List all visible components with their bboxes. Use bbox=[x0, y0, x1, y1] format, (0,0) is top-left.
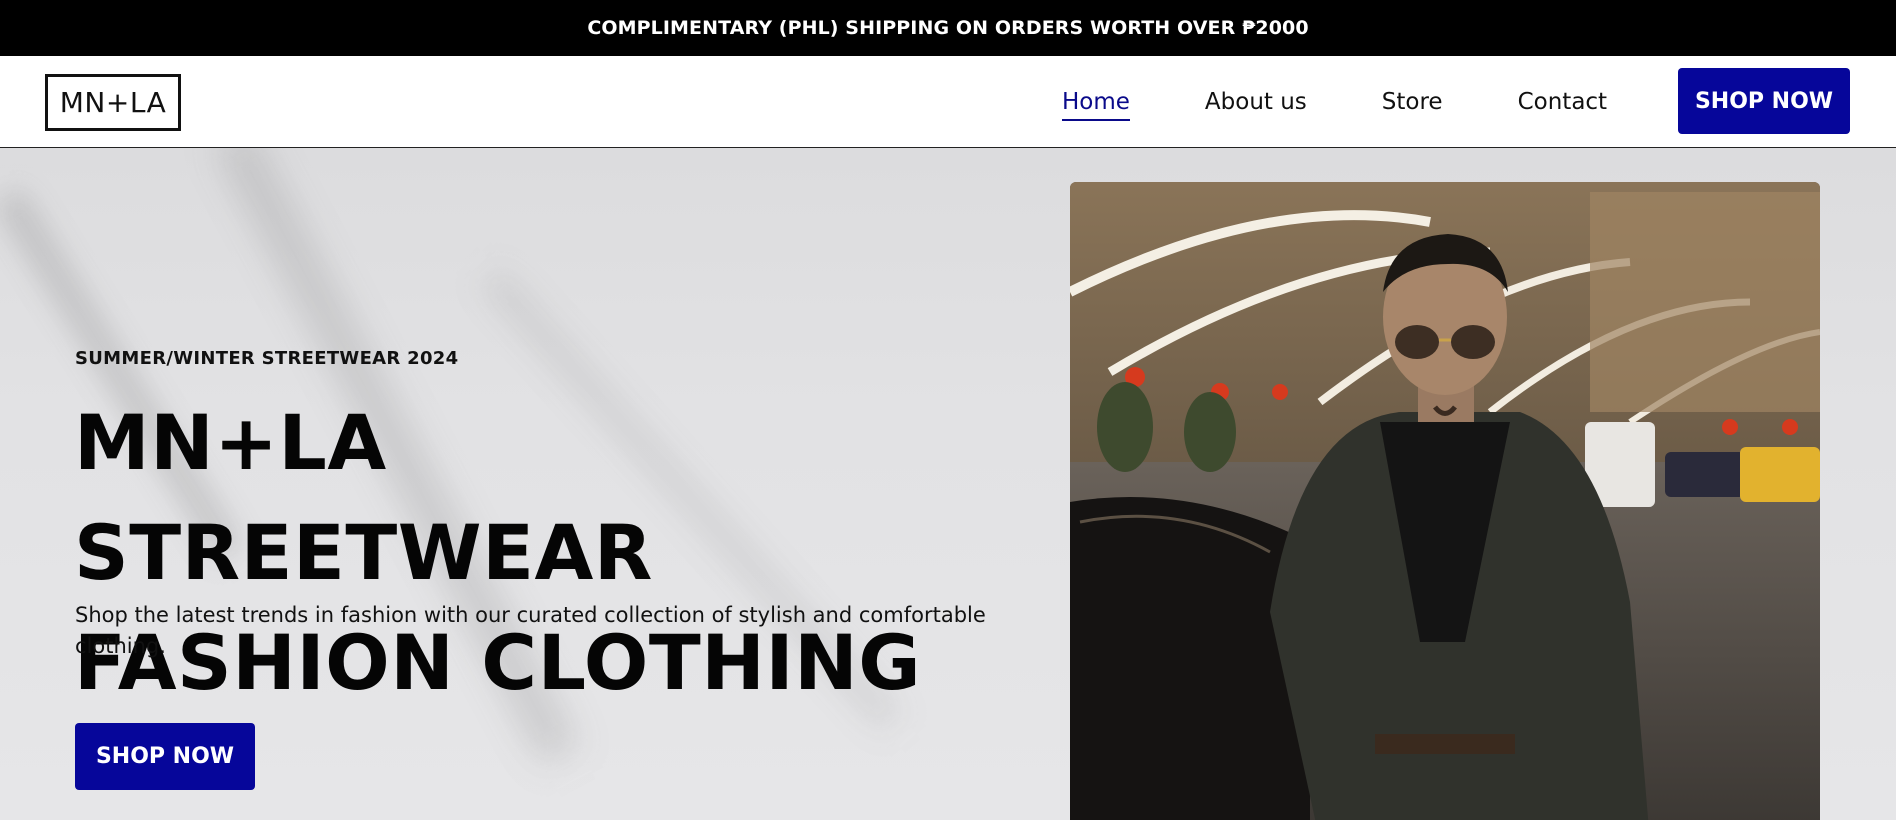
site-header: MN+LA Home About us Store Contact SHOP N… bbox=[0, 56, 1896, 148]
hero-description: Shop the latest trends in fashion with o… bbox=[75, 603, 986, 658]
hero-section: SUMMER/WINTER STREETWEAR 2024 MN+LA STRE… bbox=[0, 148, 1896, 820]
model-photo-illustration bbox=[1070, 182, 1820, 820]
hero-eyebrow: SUMMER/WINTER STREETWEAR 2024 bbox=[75, 348, 459, 369]
hero-headline-line1: MN+LA STREETWEAR bbox=[74, 398, 653, 597]
hero-shop-now-button[interactable]: SHOP NOW bbox=[75, 723, 255, 790]
hero-model-photo bbox=[1070, 182, 1820, 820]
hero-headline: MN+LA STREETWEAR FASHION CLOTHING bbox=[74, 388, 974, 718]
announcement-text: COMPLIMENTARY (PHL) SHIPPING ON ORDERS W… bbox=[587, 17, 1309, 39]
announcement-bar: COMPLIMENTARY (PHL) SHIPPING ON ORDERS W… bbox=[0, 0, 1896, 56]
nav-link-home[interactable]: Home bbox=[1062, 89, 1130, 121]
nav-link-about-us[interactable]: About us bbox=[1205, 89, 1307, 115]
nav-link-store[interactable]: Store bbox=[1382, 89, 1443, 115]
main-nav: Home About us Store Contact bbox=[1062, 56, 1607, 148]
nav-link-contact[interactable]: Contact bbox=[1518, 89, 1607, 115]
logo[interactable]: MN+LA bbox=[45, 74, 181, 131]
header-shop-now-button[interactable]: SHOP NOW bbox=[1678, 68, 1850, 134]
